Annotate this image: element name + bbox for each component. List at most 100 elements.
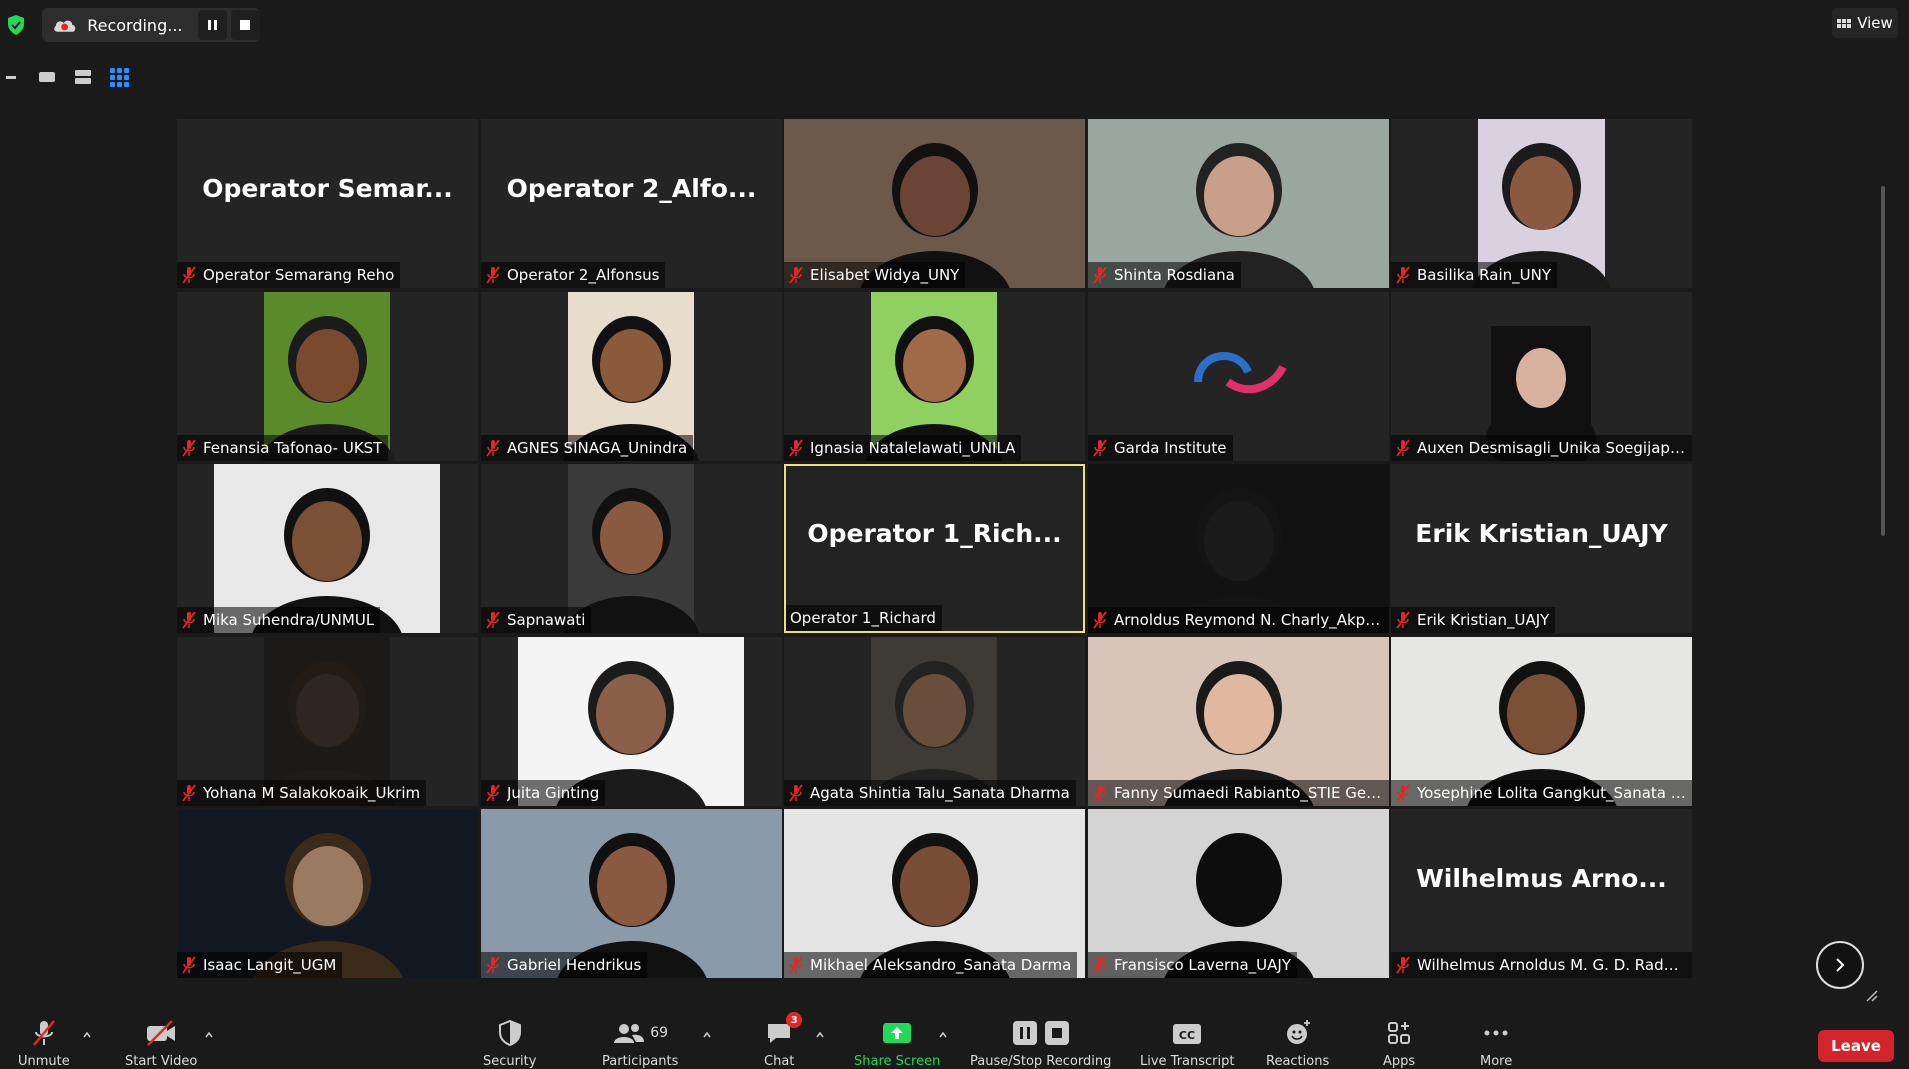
- participant-face: [899, 846, 970, 927]
- participant-name-label: Shinta Rosdiana: [1114, 266, 1235, 284]
- recording-indicator: Recording...: [42, 8, 260, 42]
- participant-tile[interactable]: Ignasia Natalelawati_UNILA: [784, 292, 1085, 461]
- chat-options-caret-icon[interactable]: [815, 1030, 825, 1040]
- view-label: View: [1857, 14, 1893, 32]
- participant-tile[interactable]: Operator Semar... Operator Semarang Reho: [177, 119, 478, 288]
- muted-mic-icon: [1396, 439, 1410, 457]
- participant-tile[interactable]: Operator 2_Alfo... Operator 2_Alfonsus: [481, 119, 782, 288]
- participant-tile[interactable]: Basilika Rain_UNY: [1391, 119, 1692, 288]
- participants-button[interactable]: 69 Participants: [602, 1018, 678, 1069]
- share-screen-icon: [883, 1023, 912, 1043]
- participant-name-bar: Fransisco Laverna_UAJY: [1088, 952, 1297, 978]
- participant-name-bar: Shinta Rosdiana: [1088, 262, 1241, 288]
- apps-button[interactable]: Apps: [1383, 1018, 1415, 1069]
- participant-name-bar: Ignasia Natalelawati_UNILA: [784, 435, 1022, 461]
- participant-tile[interactable]: Yosephine Lolita Gangkut_Sanata Dh...: [1391, 637, 1692, 806]
- leave-button[interactable]: Leave: [1818, 1030, 1894, 1062]
- participant-tile[interactable]: Elisabet Widya_UNY: [784, 119, 1085, 288]
- participant-name-label: Operator 2_Alfonsus: [507, 266, 660, 284]
- participant-name-bar: Basilika Rain_UNY: [1391, 262, 1558, 288]
- view-button[interactable]: View: [1832, 8, 1898, 38]
- muted-mic-icon: [1093, 784, 1107, 802]
- participant-face: [292, 846, 363, 927]
- participant-tile[interactable]: Operator 1_Rich... Operator 1_Richard: [784, 464, 1085, 633]
- participant-name-bar: Juita Ginting: [481, 780, 606, 806]
- audio-options-caret-icon[interactable]: [82, 1030, 92, 1040]
- participant-face: [899, 156, 970, 237]
- security-button[interactable]: Security: [483, 1018, 536, 1069]
- reactions-button[interactable]: Reactions: [1266, 1018, 1329, 1069]
- participant-name-bar: Arnoldus Reymond N. Charly_Akprind: [1088, 607, 1389, 633]
- participant-name-bar: Sapnawati: [481, 607, 592, 633]
- participant-name-bar: Fenansia Tafonao- UKST: [177, 435, 389, 461]
- participant-name-label: Mikhael Aleksandro_Sanata Darma: [810, 956, 1072, 974]
- recording-label: Recording...: [87, 15, 183, 35]
- participant-face: [902, 674, 966, 748]
- participant-name-bar: Gabriel Hendrikus: [481, 952, 648, 978]
- minimize-layout-button[interactable]: [0, 67, 22, 87]
- participant-face: [902, 329, 966, 403]
- participant-face: [596, 674, 666, 755]
- participant-name-label: Wilhelmus Arnoldus M. G. D. Rada_U...: [1417, 956, 1686, 974]
- pause-stop-recording-button[interactable]: Pause/Stop Recording: [970, 1018, 1111, 1069]
- participant-name-bar: Isaac Langit_UGM: [177, 952, 343, 978]
- participant-tile[interactable]: Auxen Desmisagli_Unika Soegijapran...: [1391, 292, 1692, 461]
- participant-name-bar: Erik Kristian_UAJY: [1391, 607, 1556, 633]
- gallery-grid-icon: [109, 67, 129, 87]
- participant-display-name: Operator 2_Alfo...: [506, 174, 757, 203]
- participant-tile[interactable]: Juita Ginting: [481, 637, 782, 806]
- muted-mic-icon: [1396, 956, 1410, 974]
- participant-face: [1203, 156, 1274, 237]
- stop-recording-button[interactable]: [230, 10, 260, 40]
- muted-mic-icon: [486, 266, 500, 284]
- participant-name-bar: Auxen Desmisagli_Unika Soegijapran...: [1391, 435, 1692, 461]
- participant-tile[interactable]: Shinta Rosdiana: [1088, 119, 1389, 288]
- cloud-recording-icon: [54, 20, 76, 32]
- pause-stop-recording-label: Pause/Stop Recording: [970, 1054, 1112, 1069]
- participant-tile[interactable]: Isaac Langit_UGM: [177, 809, 478, 978]
- participant-tile[interactable]: Gabriel Hendrikus: [481, 809, 782, 978]
- participant-tile[interactable]: Arnoldus Reymond N. Charly_Akprind: [1088, 464, 1389, 633]
- participant-tile[interactable]: Mika Suhendra/UNMUL: [177, 464, 478, 633]
- top-bar: Recording... View: [0, 0, 1909, 52]
- side-by-side-layout-button[interactable]: [72, 67, 94, 87]
- more-button[interactable]: More: [1480, 1018, 1512, 1069]
- share-screen-button[interactable]: Share Screen: [854, 1018, 940, 1069]
- vertical-scrollbar[interactable]: [1881, 186, 1885, 536]
- participant-tile[interactable]: Fenansia Tafonao- UKST: [177, 292, 478, 461]
- participant-tile[interactable]: Wilhelmus Arno... Wilhelmus Arnoldus M. G…: [1391, 809, 1692, 978]
- participant-tile[interactable]: Agata Shintia Talu_Sanata Dharma: [784, 637, 1085, 806]
- participant-tile[interactable]: Sapnawati: [481, 464, 782, 633]
- participants-options-caret-icon[interactable]: [702, 1030, 712, 1040]
- participant-tile[interactable]: Yohana M Salakokoaik_Ukrim: [177, 637, 478, 806]
- participant-tile[interactable]: Fransisco Laverna_UAJY: [1088, 809, 1389, 978]
- video-options-caret-icon[interactable]: [204, 1030, 214, 1040]
- gallery-layout-button[interactable]: [108, 67, 130, 87]
- participant-face: [1203, 674, 1274, 755]
- participant-display-name: Operator Semar...: [202, 174, 453, 203]
- muted-mic-icon: [486, 956, 500, 974]
- participants-label: Participants: [602, 1054, 679, 1069]
- share-options-caret-icon[interactable]: [938, 1030, 948, 1040]
- participant-tile[interactable]: Erik Kristian_UAJY Erik Kristian_UAJY: [1391, 464, 1692, 633]
- pause-icon: [207, 20, 217, 30]
- participant-name-label: Erik Kristian_UAJY: [1417, 611, 1550, 629]
- chat-button[interactable]: 3 Chat: [764, 1012, 803, 1069]
- pause-recording-button[interactable]: [197, 10, 227, 40]
- next-page-button[interactable]: [1816, 941, 1864, 989]
- participant-face: [596, 846, 667, 927]
- participant-tile[interactable]: AGNES SINAGA_Unindra: [481, 292, 782, 461]
- apps-label: Apps: [1383, 1054, 1416, 1069]
- participant-name-label: Sapnawati: [507, 611, 586, 629]
- encryption-shield-icon[interactable]: [6, 14, 26, 36]
- muted-mic-icon: [789, 439, 803, 457]
- start-video-button[interactable]: Start Video: [125, 1018, 197, 1069]
- participant-tile[interactable]: Fanny Sumaedi Rabianto_STIE Gentia...: [1088, 637, 1389, 806]
- resize-grip-icon[interactable]: [1862, 986, 1878, 1002]
- participant-tile[interactable]: Garda Institute: [1088, 292, 1389, 461]
- speaker-layout-button[interactable]: [36, 67, 58, 87]
- unmute-button[interactable]: Unmute: [18, 1018, 70, 1069]
- muted-mic-icon: [182, 784, 196, 802]
- live-transcript-button[interactable]: CC Live Transcript: [1140, 1018, 1235, 1069]
- participant-tile[interactable]: Mikhael Aleksandro_Sanata Darma: [784, 809, 1085, 978]
